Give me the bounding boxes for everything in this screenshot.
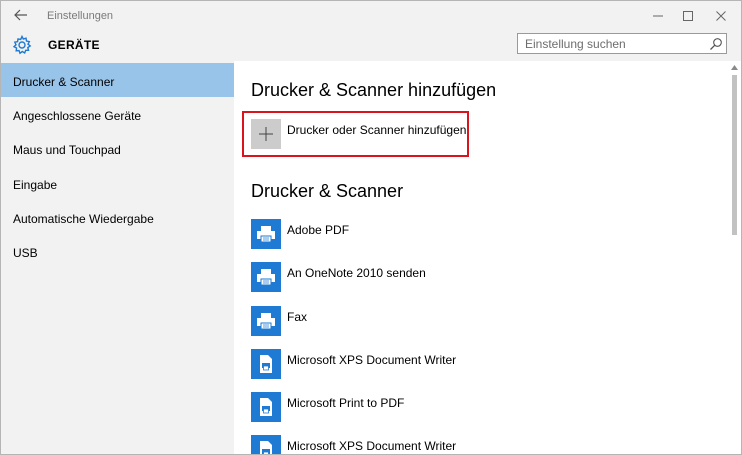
device-name: Microsoft XPS Document Writer <box>287 439 457 453</box>
sidebar-item-eingabe[interactable]: Eingabe <box>1 166 234 200</box>
vertical-scrollbar[interactable] <box>728 61 741 454</box>
title-bar: Einstellungen <box>1 1 741 31</box>
sidebar-item-automatische-wiedergabe[interactable]: Automatische Wiedergabe <box>1 200 234 234</box>
document-printer-icon <box>251 349 281 379</box>
sidebar-item-drucker-scanner[interactable]: Drucker & Scanner <box>1 63 234 97</box>
device-name: An OneNote 2010 senden <box>287 266 426 280</box>
back-arrow-icon <box>14 9 27 21</box>
search-icon[interactable] <box>709 37 723 51</box>
printer-icon <box>251 262 281 292</box>
device-name: Adobe PDF <box>287 223 350 237</box>
app-title: Einstellungen <box>47 10 114 22</box>
sidebar-item-label: Angeschlossene Geräte <box>13 109 142 123</box>
sidebar-item-label: Eingabe <box>13 178 58 192</box>
sidebar-item-label: USB <box>13 246 38 260</box>
sidebar-item-maus-touchpad[interactable]: Maus und Touchpad <box>1 131 234 165</box>
plus-icon <box>259 127 273 141</box>
device-item[interactable]: An OneNote 2010 senden <box>251 262 551 296</box>
sidebar-item-label: Automatische Wiedergabe <box>13 212 154 226</box>
add-tile <box>251 119 281 149</box>
back-button[interactable] <box>9 4 35 28</box>
search-box[interactable] <box>517 33 727 54</box>
printer-icon <box>251 219 281 249</box>
sidebar-item-angeschlossene-geraete[interactable]: Angeschlossene Geräte <box>1 97 234 131</box>
scroll-up-icon[interactable] <box>731 65 738 70</box>
sidebar-item-label: Maus und Touchpad <box>13 143 121 157</box>
gear-icon <box>12 35 32 55</box>
sidebar-item-label: Drucker & Scanner <box>13 75 115 89</box>
device-item[interactable]: Fax <box>251 306 551 340</box>
add-section-title: Drucker & Scanner hinzufügen <box>251 80 497 100</box>
scroll-thumb[interactable] <box>732 75 737 235</box>
main-content: Drucker & Scanner hinzufügen Drucker ode… <box>234 61 741 454</box>
device-item[interactable]: Microsoft Print to PDF <box>251 392 551 426</box>
add-printer-scanner-button[interactable]: Drucker oder Scanner hinzufügen <box>251 119 466 151</box>
device-item[interactable]: Microsoft XPS Document Writer <box>251 349 551 383</box>
search-input[interactable] <box>518 34 709 53</box>
close-button[interactable] <box>704 3 738 29</box>
device-item[interactable]: Microsoft XPS Document Writer <box>251 435 551 454</box>
header-bar: Einstellungen GERÄTE Einstellung suchen <box>1 1 741 61</box>
minimize-button[interactable] <box>641 3 675 29</box>
sidebar-item-usb[interactable]: USB <box>1 234 234 268</box>
device-item[interactable]: Adobe PDF <box>251 219 551 253</box>
device-name: Microsoft XPS Document Writer <box>287 353 457 367</box>
sidebar: Drucker & Scanner Angeschlossene Geräte … <box>1 61 234 454</box>
list-section-title: Drucker & Scanner <box>251 181 404 201</box>
add-printer-scanner-label: Drucker oder Scanner hinzufügen <box>287 123 467 137</box>
page-title: GERÄTE <box>48 38 100 52</box>
device-name: Microsoft Print to PDF <box>287 396 405 410</box>
device-name: Fax <box>287 310 308 324</box>
printer-icon <box>251 306 281 336</box>
settings-window: Einstellungen GERÄTE Einstellung suchen … <box>0 0 742 455</box>
minimize-icon <box>653 15 663 17</box>
close-icon <box>716 11 726 21</box>
maximize-icon <box>683 11 693 21</box>
document-printer-icon <box>251 435 281 454</box>
document-printer-icon <box>251 392 281 422</box>
maximize-button[interactable] <box>671 3 705 29</box>
